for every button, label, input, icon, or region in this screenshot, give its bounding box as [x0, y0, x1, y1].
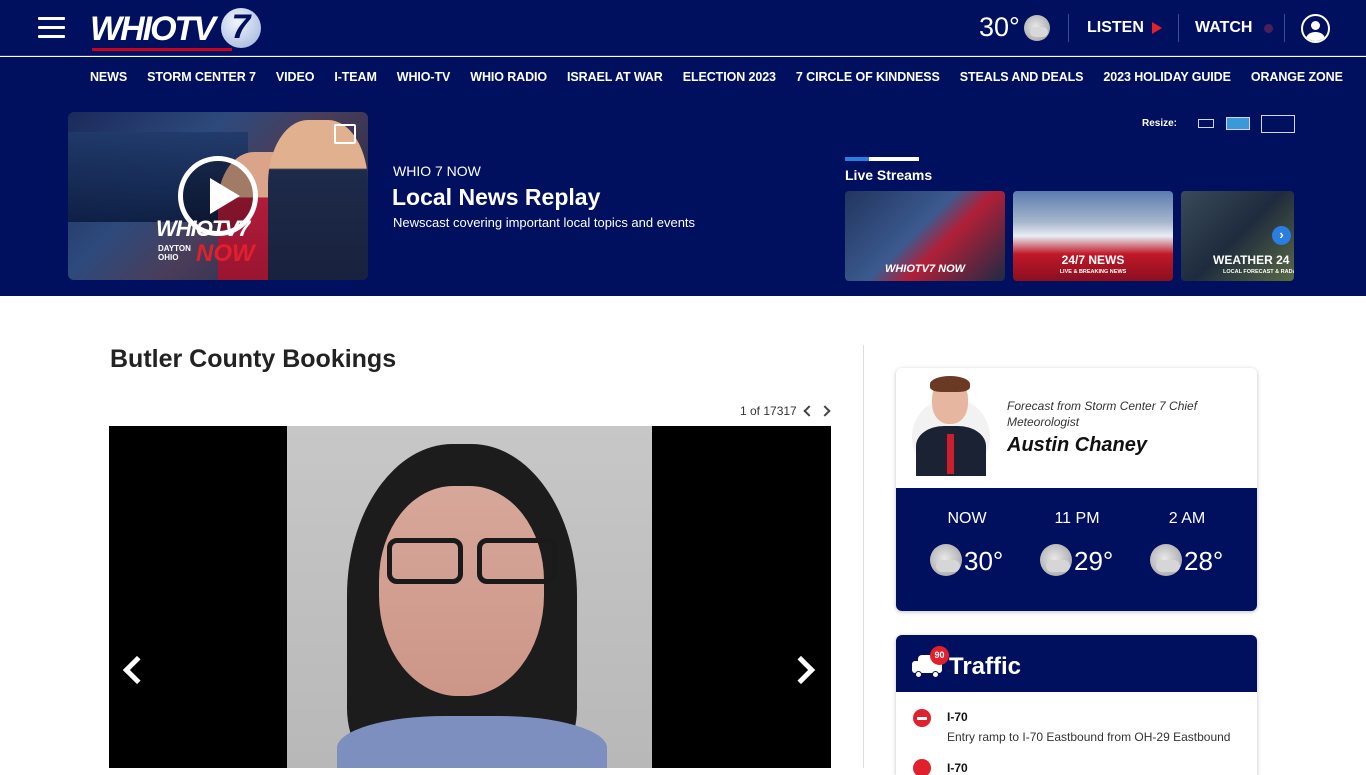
anchor-image — [268, 120, 368, 280]
share-icon[interactable] — [334, 124, 356, 144]
live-streams-title: Live Streams — [845, 167, 933, 183]
nav-item-news[interactable]: NEWS — [90, 70, 127, 84]
traffic-title: Traffic — [949, 653, 1022, 680]
logo-number: 7 — [231, 7, 251, 46]
nav-item-video[interactable]: VIDEO — [276, 70, 315, 84]
nav-item-whio-tv[interactable]: WHIO-TV — [397, 70, 451, 84]
partly-cloudy-night-icon — [1150, 544, 1182, 576]
hero-video-thumbnail[interactable]: WHIOTV7 DAYTON OHIO NOW — [68, 112, 368, 280]
gallery-counter: 1 of 17317 — [740, 404, 831, 418]
thumb-city: DAYTON OHIO — [158, 244, 191, 262]
listen-label: LISTEN — [1087, 19, 1144, 36]
road-closed-icon — [913, 759, 931, 775]
live-stream-sub: LOCAL FORECAST & RADAR — [1223, 269, 1294, 275]
live-streams-accent — [845, 157, 919, 161]
forecast-time: 11 PM — [1054, 510, 1100, 527]
logo-underline — [92, 48, 232, 51]
header-temperature: 30° — [979, 12, 1020, 42]
header-weather[interactable]: 30° — [979, 12, 1050, 43]
nav-item-i-team[interactable]: I-TEAM — [334, 70, 377, 84]
nav-item-circle-of-kindness[interactable]: 7 CIRCLE OF KINDNESS — [796, 70, 940, 84]
chevron-right-icon[interactable] — [819, 405, 831, 417]
forecast-temp: 30° — [964, 546, 1004, 576]
header-divider — [1284, 14, 1285, 42]
header-divider — [1068, 14, 1069, 42]
nav-item-israel-at-war[interactable]: ISRAEL AT WAR — [567, 70, 663, 84]
nav-item-whio-radio[interactable]: WHIO RADIO — [470, 70, 547, 84]
live-stream-thumb-24-7-news[interactable]: 24/7 NEWS LIVE & BREAKING NEWS — [1013, 191, 1173, 281]
thumb-now: NOW — [196, 240, 255, 267]
nav-item-election[interactable]: ELECTION 2023 — [683, 70, 776, 84]
traffic-description: Entry ramp to I-70 Eastbound from OH-29 … — [947, 730, 1231, 744]
forecast-panel: NOW 30° 11 PM 29° 2 AM 28° — [896, 488, 1257, 611]
nav-item-steals-and-deals[interactable]: STEALS AND DEALS — [960, 70, 1084, 84]
column-divider — [863, 345, 864, 768]
play-icon — [1151, 22, 1162, 34]
account-icon[interactable] — [1301, 14, 1330, 43]
logo-text: WHIOTV — [90, 9, 216, 48]
partly-cloudy-night-icon — [1040, 544, 1072, 576]
booking-photo — [287, 426, 652, 768]
watch-button[interactable]: WATCH — [1195, 19, 1274, 37]
road-closed-icon — [913, 709, 931, 727]
meteorologist-avatar — [912, 376, 990, 478]
meteorologist-name: Austin Chaney — [1007, 434, 1148, 456]
forecast-temp: 28° — [1184, 546, 1224, 576]
page-title: Butler County Bookings — [110, 345, 397, 373]
chevron-left-icon[interactable] — [803, 405, 815, 417]
main-nav: NEWS STORM CENTER 7 VIDEO I-TEAM WHIO-TV… — [0, 57, 1366, 97]
traffic-header[interactable]: 90 Traffic — [896, 635, 1257, 692]
top-header: WHIOTV 7 30° LISTEN WATCH — [0, 0, 1366, 56]
resize-medium-icon[interactable] — [1226, 117, 1250, 130]
thumb-brand: WHIOTV7 — [156, 216, 250, 241]
site-logo[interactable]: WHIOTV 7 — [90, 8, 261, 51]
live-stream-label: 24/7 NEWS — [1061, 253, 1125, 267]
forecast-time: NOW — [947, 510, 987, 527]
nav-item-orange-zone[interactable]: ORANGE ZONE — [1251, 70, 1343, 84]
live-stream-label: WEATHER 24 — [1213, 253, 1290, 267]
resize-label: Resize: — [1142, 118, 1178, 129]
gallery-counter-text: 1 of 17317 — [740, 404, 797, 418]
hero-description: Newscast covering important local topics… — [393, 215, 696, 230]
header-divider — [1178, 14, 1179, 42]
chevron-right-icon[interactable]: › — [1272, 226, 1291, 245]
nav-item-holiday-guide[interactable]: 2023 HOLIDAY GUIDE — [1103, 70, 1231, 84]
traffic-road: I-70 — [947, 710, 968, 724]
live-stream-sub: LIVE & BREAKING NEWS — [1059, 269, 1127, 275]
forecast-kicker: Forecast from Storm Center 7 Chief Meteo… — [1007, 399, 1198, 429]
photo-gallery — [109, 426, 831, 768]
hero-title[interactable]: Local News Replay — [392, 184, 600, 211]
forecast-temp: 29° — [1074, 546, 1114, 576]
partly-cloudy-night-icon — [930, 544, 962, 576]
forecast-card[interactable]: Forecast from Storm Center 7 Chief Meteo… — [896, 368, 1257, 611]
menu-icon[interactable] — [38, 17, 65, 39]
partly-cloudy-night-icon — [1023, 14, 1050, 41]
watch-label: WATCH — [1195, 19, 1253, 36]
traffic-count-badge: 90 — [930, 646, 949, 665]
live-dot-icon — [1264, 23, 1274, 33]
gallery-next-icon[interactable] — [786, 655, 816, 685]
nav-item-storm-center[interactable]: STORM CENTER 7 — [147, 70, 256, 84]
resize-small-icon[interactable] — [1198, 119, 1214, 128]
traffic-road: I-70 — [947, 761, 968, 775]
gallery-prev-icon[interactable] — [122, 655, 152, 685]
traffic-card: 90 Traffic I-70 Entry ramp to I-70 Eastb… — [896, 635, 1257, 775]
listen-button[interactable]: LISTEN — [1087, 19, 1162, 37]
live-stream-label: WHIOTV7 NOW — [884, 263, 966, 275]
resize-large-icon[interactable] — [1261, 115, 1295, 133]
hero-kicker: WHIO 7 NOW — [393, 163, 481, 179]
forecast-time: 2 AM — [1168, 510, 1206, 527]
live-stream-thumb-whio-now[interactable]: WHIOTV7 NOW — [845, 191, 1005, 281]
logo-seven-badge: 7 — [221, 8, 261, 48]
